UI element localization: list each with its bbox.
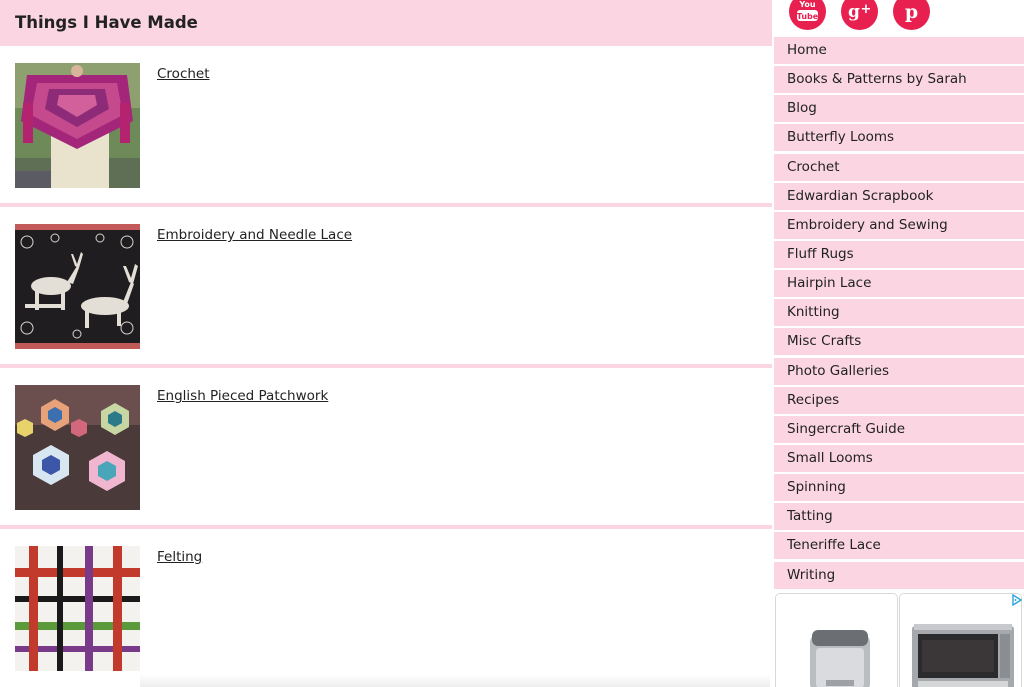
nav-item-small-looms[interactable]: Small Looms	[774, 444, 1024, 472]
patchwork-thumbnail[interactable]	[15, 385, 140, 510]
nav-item-blog[interactable]: Blog	[774, 95, 1024, 123]
nav-item-embroidery-sewing[interactable]: Embroidery and Sewing	[774, 211, 1024, 239]
pinterest-icon: p	[905, 1, 918, 23]
nav-item-misc-crafts[interactable]: Misc Crafts	[774, 328, 1024, 356]
svg-text:You: You	[798, 0, 816, 9]
pinterest-button[interactable]: p	[893, 0, 930, 30]
toaster-oven-image	[900, 594, 1021, 687]
crochet-poncho-photo	[15, 63, 140, 188]
nav-item-photo-galleries[interactable]: Photo Galleries	[774, 357, 1024, 385]
svg-text:+: +	[861, 2, 872, 17]
gallery-entry-embroidery: Embroidery and Needle Lace	[0, 207, 772, 368]
patchwork-link[interactable]: English Pieced Patchwork	[157, 388, 328, 404]
felted-plaid-photo	[15, 546, 140, 671]
svg-text:g: g	[848, 2, 860, 22]
nav-item-spinning[interactable]: Spinning	[774, 474, 1024, 502]
page-header: Things I Have Made	[0, 0, 772, 46]
embroidery-link[interactable]: Embroidery and Needle Lace	[157, 227, 352, 243]
hexagon-patchwork-photo	[15, 385, 140, 510]
needle-lace-deer-photo	[15, 224, 140, 349]
felting-thumbnail[interactable]	[15, 546, 140, 671]
sidebar: You Tube g + p Home Books & Patterns by …	[774, 0, 1024, 687]
ad-card-toaster-oven[interactable]	[899, 593, 1022, 687]
ad-block	[774, 590, 1024, 687]
nav-item-edwardian-scrapbook[interactable]: Edwardian Scrapbook	[774, 182, 1024, 210]
crochet-thumbnail[interactable]	[15, 63, 140, 188]
sidebar-nav: Home Books & Patterns by Sarah Blog Butt…	[774, 37, 1024, 591]
nav-item-writing[interactable]: Writing	[774, 561, 1024, 589]
nav-item-butterfly-looms[interactable]: Butterfly Looms	[774, 124, 1024, 152]
crochet-link[interactable]: Crochet	[157, 66, 210, 82]
nav-item-hairpin-lace[interactable]: Hairpin Lace	[774, 270, 1024, 298]
youtube-button[interactable]: You Tube	[789, 0, 826, 30]
bread-maker-image	[776, 594, 897, 687]
gallery-entry-felting: Felting	[0, 529, 772, 687]
ad-choices-triangle-icon	[1012, 593, 1023, 607]
ad-card-bread-maker[interactable]	[775, 593, 898, 687]
nav-item-singercraft-guide[interactable]: Singercraft Guide	[774, 415, 1024, 443]
embroidery-thumbnail[interactable]	[15, 224, 140, 349]
nav-item-tatting[interactable]: Tatting	[774, 503, 1024, 531]
felting-link[interactable]: Felting	[157, 549, 202, 565]
nav-item-teneriffe-lace[interactable]: Teneriffe Lace	[774, 532, 1024, 560]
ad-choices-icon[interactable]	[1010, 591, 1023, 607]
scroll-fade	[140, 674, 770, 687]
nav-item-crochet[interactable]: Crochet	[774, 153, 1024, 181]
social-links: You Tube g + p	[774, 0, 1024, 36]
svg-text:Tube: Tube	[797, 12, 819, 21]
page-title: Things I Have Made	[15, 13, 198, 32]
google-plus-icon: g +	[848, 2, 872, 22]
nav-item-fluff-rugs[interactable]: Fluff Rugs	[774, 240, 1024, 268]
youtube-icon: You Tube	[797, 0, 819, 21]
gallery-entry-patchwork: English Pieced Patchwork	[0, 368, 772, 529]
nav-item-home[interactable]: Home	[774, 37, 1024, 64]
nav-item-recipes[interactable]: Recipes	[774, 386, 1024, 414]
nav-item-books-patterns[interactable]: Books & Patterns by Sarah	[774, 66, 1024, 94]
main-content: Things I Have Made Crochet Embroidery an…	[0, 0, 772, 687]
google-plus-button[interactable]: g +	[841, 0, 878, 30]
svg-text:p: p	[905, 1, 918, 23]
nav-item-knitting[interactable]: Knitting	[774, 299, 1024, 327]
gallery-entry-crochet: Crochet	[0, 46, 772, 207]
